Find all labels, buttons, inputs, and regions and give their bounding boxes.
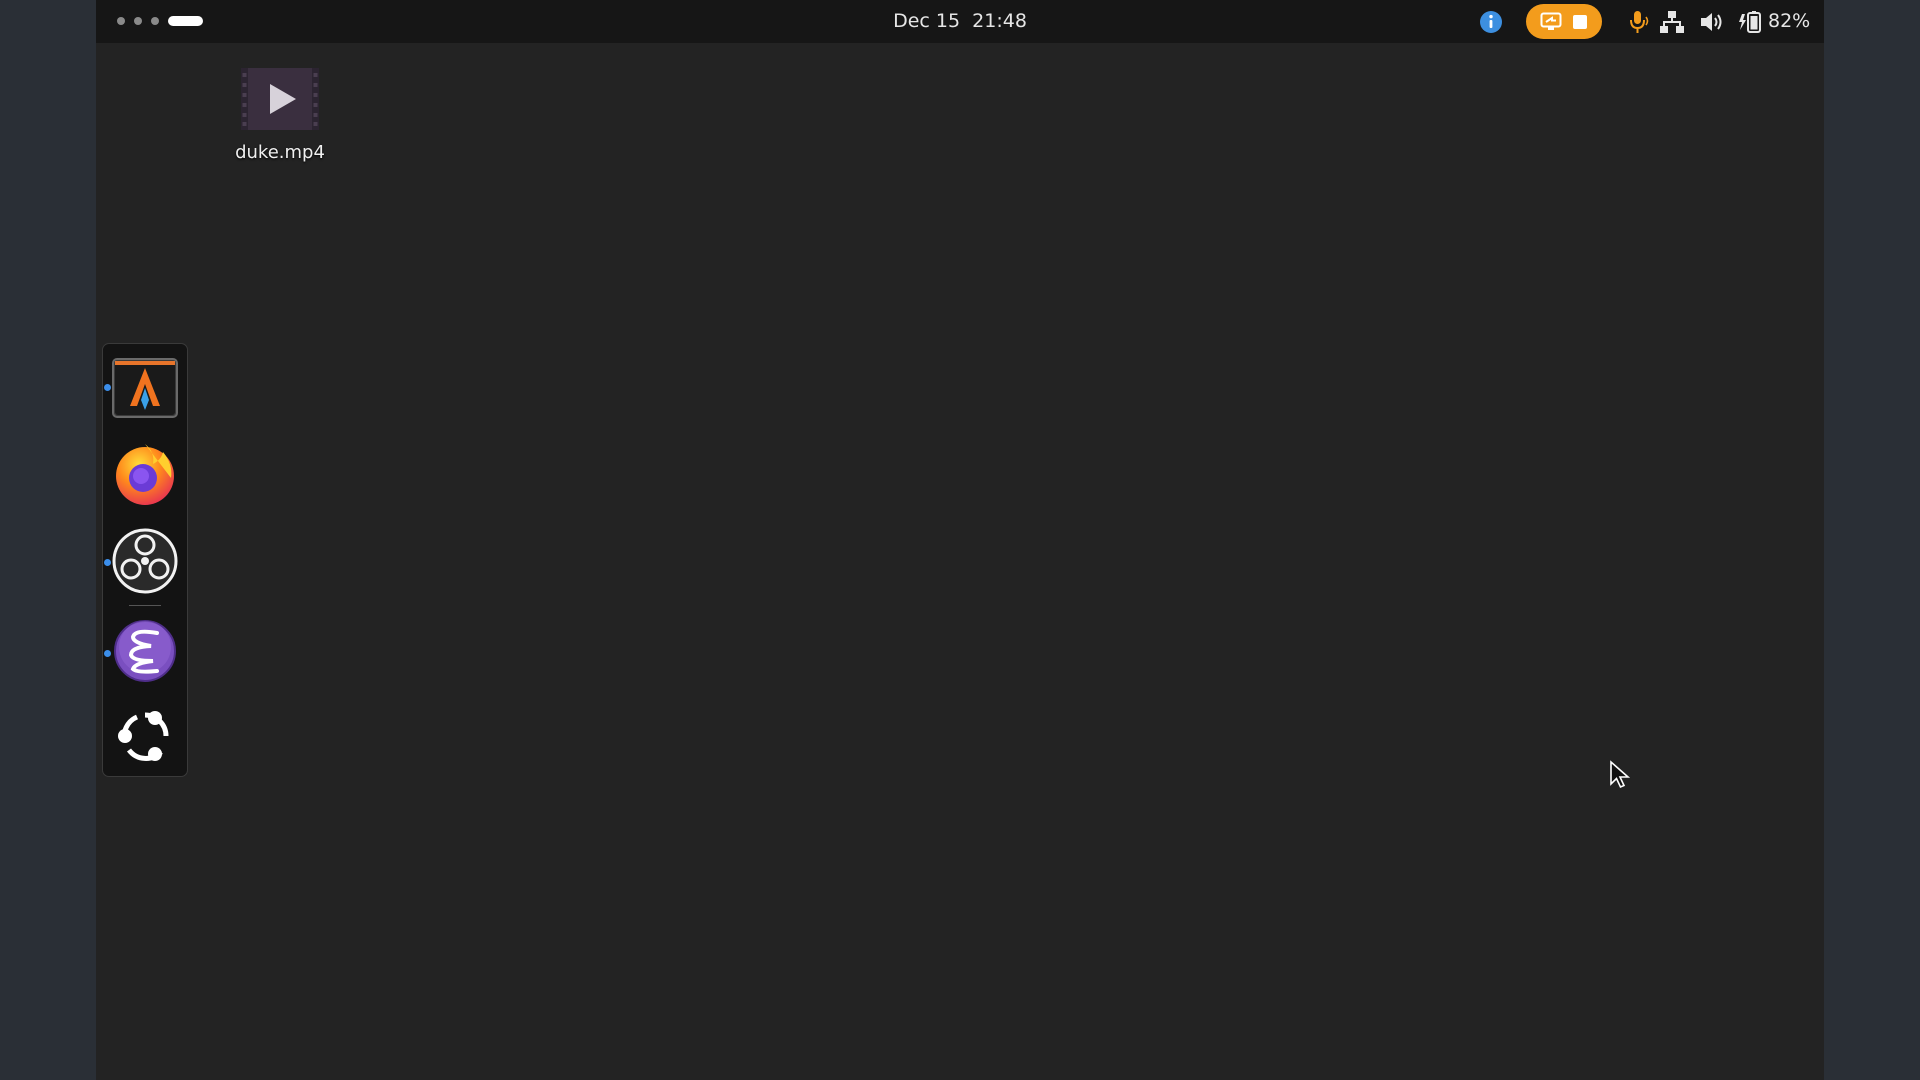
dock-app-emacs[interactable] [111, 617, 179, 685]
dock-app-alacritty[interactable] [111, 354, 179, 422]
running-indicator [104, 559, 111, 566]
battery-percentage[interactable]: 82% [1768, 0, 1810, 43]
running-indicator [104, 384, 111, 391]
clock-time[interactable]: 21:48 [972, 10, 1027, 32]
clock-date[interactable]: Dec 15 [893, 10, 960, 32]
running-indicator [104, 650, 111, 657]
video-file-icon [241, 68, 319, 130]
dock-app-firefox[interactable] [111, 440, 179, 508]
dock [102, 343, 188, 777]
desktop-file-label: duke.mp4 [235, 142, 325, 163]
network-icon[interactable] [1659, 9, 1685, 35]
screencast-icon [1540, 12, 1562, 30]
desktop-screen[interactable]: Dec 15 21:48 82% duke.mp4 [96, 0, 1824, 1080]
mouse-cursor-icon [1610, 760, 1631, 789]
dock-separator [129, 605, 161, 606]
dock-app-obs-studio[interactable] [111, 527, 179, 595]
desktop-file-duke[interactable]: duke.mp4 [222, 68, 338, 163]
workspace-3-dot[interactable] [151, 17, 159, 25]
top-bar: Dec 15 21:48 82% [96, 0, 1824, 43]
workspace-indicator[interactable] [117, 15, 203, 27]
workspace-2-dot[interactable] [134, 17, 142, 25]
microphone-icon[interactable] [1626, 9, 1652, 35]
volume-icon[interactable] [1698, 9, 1724, 35]
workspace-active-pill[interactable] [168, 16, 203, 26]
info-icon[interactable] [1479, 10, 1503, 34]
workspace-1-dot[interactable] [117, 17, 125, 25]
screencast-indicator[interactable] [1526, 4, 1602, 39]
stop-recording-icon[interactable] [1572, 14, 1588, 30]
dock-app-show-applications[interactable] [111, 702, 179, 770]
battery-icon[interactable] [1738, 9, 1764, 35]
